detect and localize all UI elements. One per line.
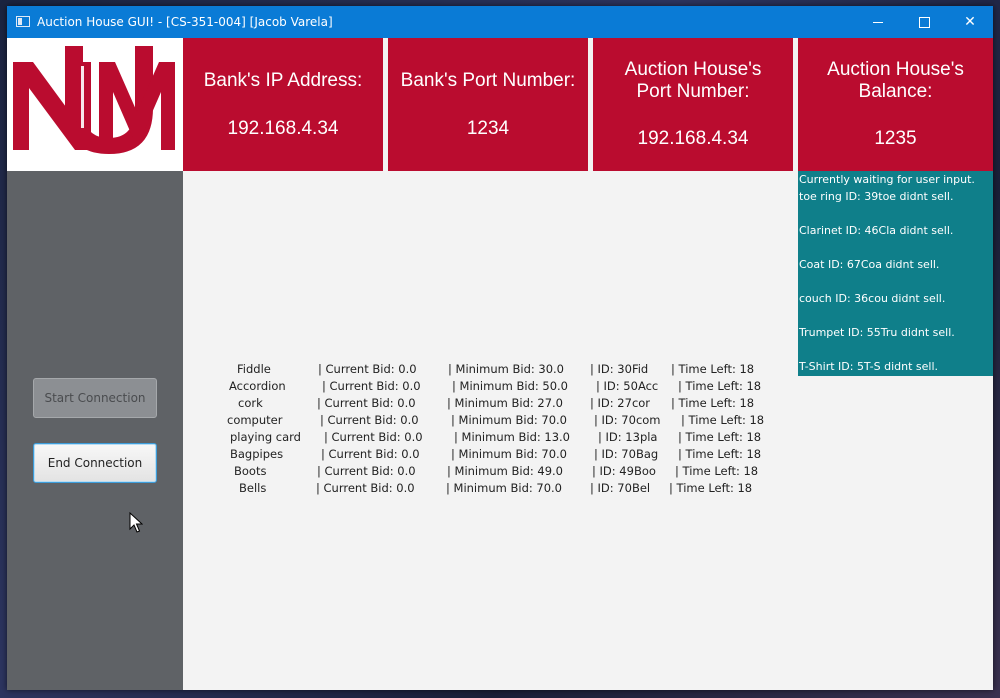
auction-house-port-panel: Auction House's Port Number: 192.168.4.3… [593, 38, 793, 171]
log-line: couch ID: 36cou didnt sell. [799, 292, 946, 305]
log-line: Currently waiting for user input. [799, 173, 975, 186]
item-name: Bells [239, 481, 267, 495]
item-id: | ID: 49Boo [592, 464, 656, 478]
bank-port-value: 1234 [466, 118, 510, 139]
item-current-bid: | Current Bid: 0.0 [324, 430, 423, 444]
bank-port-panel: Bank's Port Number: 1234 [388, 38, 588, 171]
item-time-left: | Time Left: 18 [671, 396, 755, 410]
item-name: playing card [230, 430, 301, 444]
item-id: | ID: 13pla [598, 430, 658, 444]
item-time-left: | Time Left: 18 [678, 379, 762, 393]
auction-house-balance-value: 1235 [874, 128, 917, 149]
item-name: Accordion [229, 379, 286, 393]
auction-house-balance-label: Auction House's Balance: [827, 59, 964, 102]
item-current-bid: | Current Bid: 0.0 [321, 447, 420, 461]
close-icon: ✕ [964, 14, 976, 30]
log-line: Clarinet ID: 46Cla didnt sell. [799, 224, 954, 237]
item-current-bid: | Current Bid: 0.0 [316, 481, 415, 495]
item-minimum-bid: | Minimum Bid: 49.0 [447, 464, 563, 478]
item-minimum-bid: | Minimum Bid: 30.0 [448, 362, 564, 376]
item-minimum-bid: | Minimum Bid: 70.0 [446, 481, 562, 495]
log-line: Trumpet ID: 55Tru didnt sell. [799, 326, 955, 339]
item-id: | ID: 70com [594, 413, 661, 427]
main-content: Bank's IP Address: 192.168.4.34 Bank's P… [7, 38, 993, 690]
item-time-left: | Time Left: 18 [681, 413, 765, 427]
item-id: | ID: 27cor [590, 396, 651, 410]
item-minimum-bid: | Minimum Bid: 70.0 [451, 413, 567, 427]
close-button[interactable]: ✕ [947, 6, 993, 38]
unm-logo-graphic [13, 46, 175, 154]
item-id: | ID: 70Bag [594, 447, 659, 461]
sidebar: Start Connection End Connection [7, 171, 183, 690]
item-name: Bagpipes [230, 447, 284, 461]
item-minimum-bid: | Minimum Bid: 27.0 [447, 396, 563, 410]
title-bar[interactable]: Auction House GUI! - [CS-351-004] [Jacob… [7, 6, 993, 38]
item-name: Boots [234, 464, 267, 478]
item-current-bid: | Current Bid: 0.0 [317, 396, 416, 410]
item-minimum-bid: | Minimum Bid: 13.0 [454, 430, 570, 444]
log-line: T-Shirt ID: 5T-S didnt sell. [799, 360, 939, 373]
item-time-left: | Time Left: 18 [675, 464, 759, 478]
window-title: Auction House GUI! - [CS-351-004] [Jacob… [37, 15, 333, 29]
item-minimum-bid: | Minimum Bid: 70.0 [451, 447, 567, 461]
log-line: toe ring ID: 39toe didnt sell. [799, 190, 954, 203]
app-icon [16, 16, 30, 27]
log-line: Coat ID: 67Coa didnt sell. [799, 258, 940, 271]
minimize-icon [873, 21, 883, 23]
item-id: | ID: 50Acc [596, 379, 659, 393]
start-connection-button[interactable]: Start Connection [33, 378, 157, 418]
unm-logo [7, 38, 183, 171]
auction-house-port-value: 192.168.4.34 [637, 128, 749, 149]
item-time-left: | Time Left: 18 [671, 362, 755, 376]
item-id: | ID: 70Bel [590, 481, 651, 495]
maximize-icon [918, 16, 930, 28]
item-time-left: | Time Left: 18 [669, 481, 753, 495]
bank-port-label: Bank's Port Number: [400, 70, 576, 91]
item-current-bid: | Current Bid: 0.0 [320, 413, 419, 427]
bank-ip-label: Bank's IP Address: [203, 70, 363, 91]
auction-house-balance-panel: Auction House's Balance: 1235 [798, 38, 993, 171]
item-current-bid: | Current Bid: 0.0 [322, 379, 421, 393]
mouse-cursor-icon [129, 512, 143, 533]
item-id: | ID: 30Fid [590, 362, 649, 376]
bank-ip-value: 192.168.4.34 [227, 118, 339, 139]
minimize-button[interactable] [855, 6, 901, 38]
item-name: computer [227, 413, 283, 427]
item-name: Fiddle [237, 362, 271, 376]
item-time-left: | Time Left: 18 [678, 447, 762, 461]
item-time-left: | Time Left: 18 [678, 430, 762, 444]
item-name: cork [238, 396, 263, 410]
auction-house-port-label: Auction House's Port Number: [624, 59, 762, 102]
item-current-bid: | Current Bid: 0.0 [317, 464, 416, 478]
app-window: Auction House GUI! - [CS-351-004] [Jacob… [7, 6, 993, 690]
end-connection-button[interactable]: End Connection [33, 443, 157, 483]
maximize-button[interactable] [901, 6, 947, 38]
item-minimum-bid: | Minimum Bid: 50.0 [452, 379, 568, 393]
bank-ip-panel: Bank's IP Address: 192.168.4.34 [183, 38, 383, 171]
event-log: Currently waiting for user input. toe ri… [798, 171, 993, 376]
item-current-bid: | Current Bid: 0.0 [318, 362, 417, 376]
